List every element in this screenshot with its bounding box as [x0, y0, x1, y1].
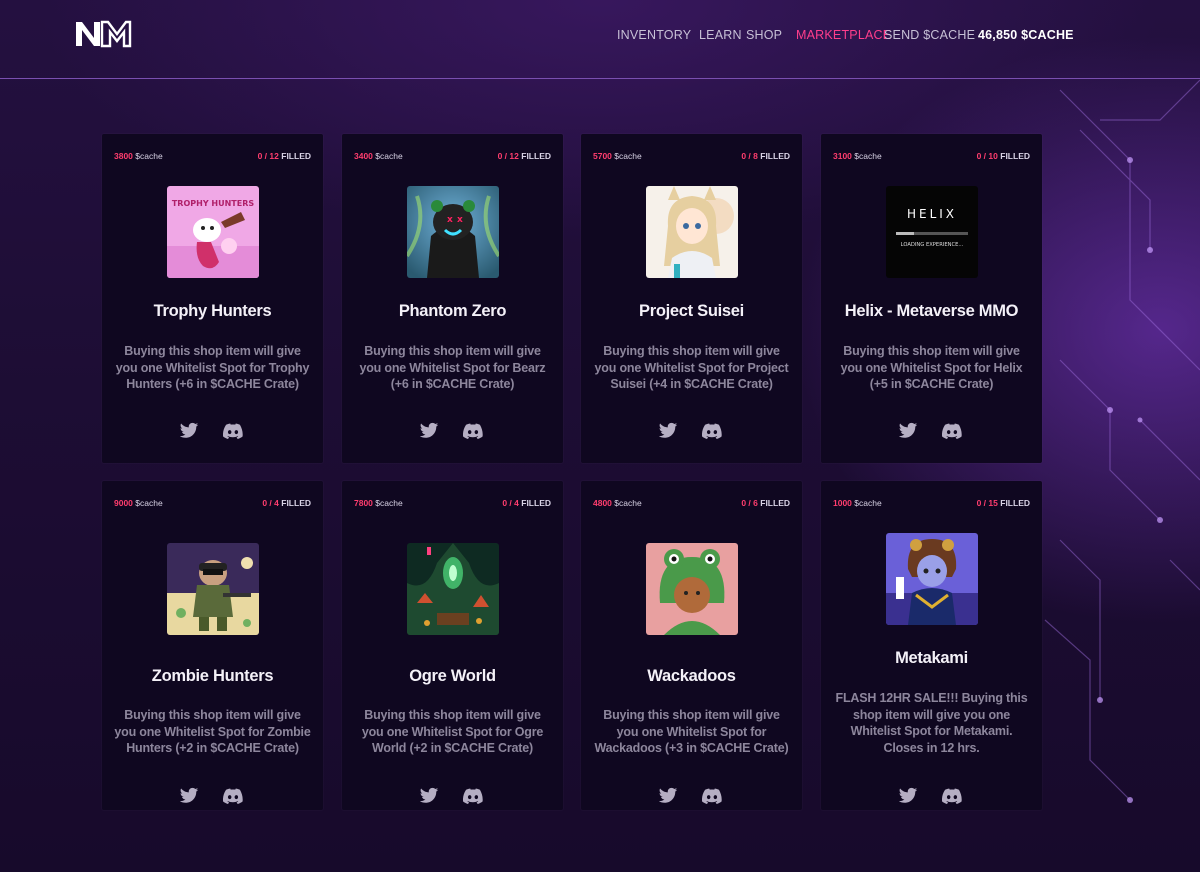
card-price: 9000 $cache [114, 498, 163, 508]
discord-icon[interactable] [463, 422, 483, 440]
card-filled-status: 0 / 8 FILLED [741, 151, 790, 161]
marketplace-card[interactable]: 9000 $cache 0 / 4 FILLED Zombie Hunters … [102, 481, 323, 810]
card-filled-status: 0 / 6 FILLED [741, 498, 790, 508]
marketplace-card[interactable]: 3800 $cache 0 / 12 FILLED TROPHY HUNTERS… [102, 134, 323, 463]
discord-icon[interactable] [702, 422, 722, 440]
card-filled-status: 0 / 15 FILLED [976, 498, 1030, 508]
twitter-icon[interactable] [658, 422, 678, 440]
card-description: Buying this shop item will give you one … [114, 708, 311, 755]
marketplace-card[interactable]: 5700 $cache 0 / 8 FILLED Project Suisei … [581, 134, 802, 463]
card-title: Wackadoos [647, 667, 736, 685]
card-socials [102, 422, 323, 442]
marketplace-card[interactable]: 4800 $cache 0 / 6 FILLED Wackadoos Buyin… [581, 481, 802, 810]
twitter-icon[interactable] [179, 422, 199, 440]
card-price: 1000 $cache [833, 498, 882, 508]
nav-shop[interactable]: SHOP [746, 28, 782, 42]
cache-balance: 46,850 $CACHE [978, 28, 1074, 42]
card-filled-status: 0 / 4 FILLED [502, 498, 551, 508]
card-title: Metakami [895, 649, 968, 667]
svg-text:HELIX: HELIX [907, 207, 957, 221]
card-title: Phantom Zero [398, 302, 507, 320]
svg-text:LOADING EXPERIENCE...: LOADING EXPERIENCE... [901, 242, 964, 248]
discord-icon[interactable] [223, 422, 243, 440]
twitter-icon[interactable] [898, 787, 918, 805]
twitter-icon[interactable] [419, 422, 439, 440]
trophy-hunters-image: TROPHY HUNTERS [167, 186, 259, 278]
card-title: Trophy Hunters [153, 302, 272, 320]
discord-icon[interactable] [223, 787, 243, 805]
wackadoos-image [646, 543, 738, 635]
card-filled-status: 0 / 12 FILLED [497, 151, 551, 161]
card-title: Ogre World [409, 667, 496, 685]
card-socials [342, 787, 563, 807]
svg-text:x: x [457, 215, 463, 225]
card-description: Buying this shop item will give you one … [594, 708, 789, 755]
card-price: 3800 $cache [114, 151, 163, 161]
card-socials [581, 787, 802, 807]
card-title: Project Suisei [639, 302, 744, 320]
discord-icon[interactable] [942, 787, 962, 805]
svg-text:TROPHY HUNTERS: TROPHY HUNTERS [172, 199, 255, 208]
marketplace-card[interactable]: 3100 $cache 0 / 10 FILLED HELIX LOADING … [821, 134, 1042, 463]
ogre-world-image [407, 543, 499, 635]
card-socials [821, 422, 1042, 442]
card-description: Buying this shop item will give you one … [115, 344, 310, 391]
card-description: Buying this shop item will give you one … [359, 344, 546, 391]
card-socials [821, 787, 1042, 807]
card-socials [581, 422, 802, 442]
svg-text:x: x [447, 215, 453, 225]
nav-inventory[interactable]: INVENTORY [617, 28, 691, 42]
card-title: Zombie Hunters [151, 667, 274, 685]
discord-icon[interactable] [942, 422, 962, 440]
top-navbar: INVENTORY LEARN SHOP MARKETPLACE SEND $C… [0, 0, 1200, 79]
nav-learn[interactable]: LEARN [699, 28, 742, 42]
project-suisei-image [646, 186, 738, 278]
card-price: 7800 $cache [354, 498, 403, 508]
card-socials [342, 422, 563, 442]
card-filled-status: 0 / 10 FILLED [976, 151, 1030, 161]
marketplace-card[interactable]: 1000 $cache 0 / 15 FILLED Metakami FLASH… [821, 481, 1042, 810]
nav-send-cache[interactable]: SEND $CACHE [884, 28, 975, 42]
card-price: 3100 $cache [833, 151, 882, 161]
card-price: 4800 $cache [593, 498, 642, 508]
card-description: Buying this shop item will give you one … [361, 708, 544, 755]
twitter-icon[interactable] [179, 787, 199, 805]
twitter-icon[interactable] [898, 422, 918, 440]
nav-marketplace[interactable]: MARKETPLACE [796, 28, 891, 42]
card-filled-status: 0 / 12 FILLED [257, 151, 311, 161]
card-socials [102, 787, 323, 807]
marketplace-card[interactable]: 7800 $cache 0 / 4 FILLED Ogre World Buyi… [342, 481, 563, 810]
discord-icon[interactable] [463, 787, 483, 805]
card-title: Helix - Metaverse MMO [844, 302, 1019, 320]
card-description: Buying this shop item will give you one … [840, 344, 1023, 391]
card-description: FLASH 12HR SALE!!! Buying this shop item… [835, 691, 1028, 755]
helix-image: HELIX LOADING EXPERIENCE... [886, 186, 978, 278]
main-nav: INVENTORY LEARN SHOP MARKETPLACE SEND $C… [0, 28, 1200, 44]
card-filled-status: 0 / 4 FILLED [262, 498, 311, 508]
discord-icon[interactable] [702, 787, 722, 805]
twitter-icon[interactable] [419, 787, 439, 805]
metakami-image [886, 533, 978, 625]
card-description: Buying this shop item will give you one … [594, 344, 789, 391]
twitter-icon[interactable] [658, 787, 678, 805]
marketplace-card[interactable]: 3400 $cache 0 / 12 FILLED x x Phantom Ze… [342, 134, 563, 463]
card-price: 3400 $cache [354, 151, 403, 161]
phantom-zero-image: x x [407, 186, 499, 278]
zombie-hunters-image [167, 543, 259, 635]
card-price: 5700 $cache [593, 151, 642, 161]
